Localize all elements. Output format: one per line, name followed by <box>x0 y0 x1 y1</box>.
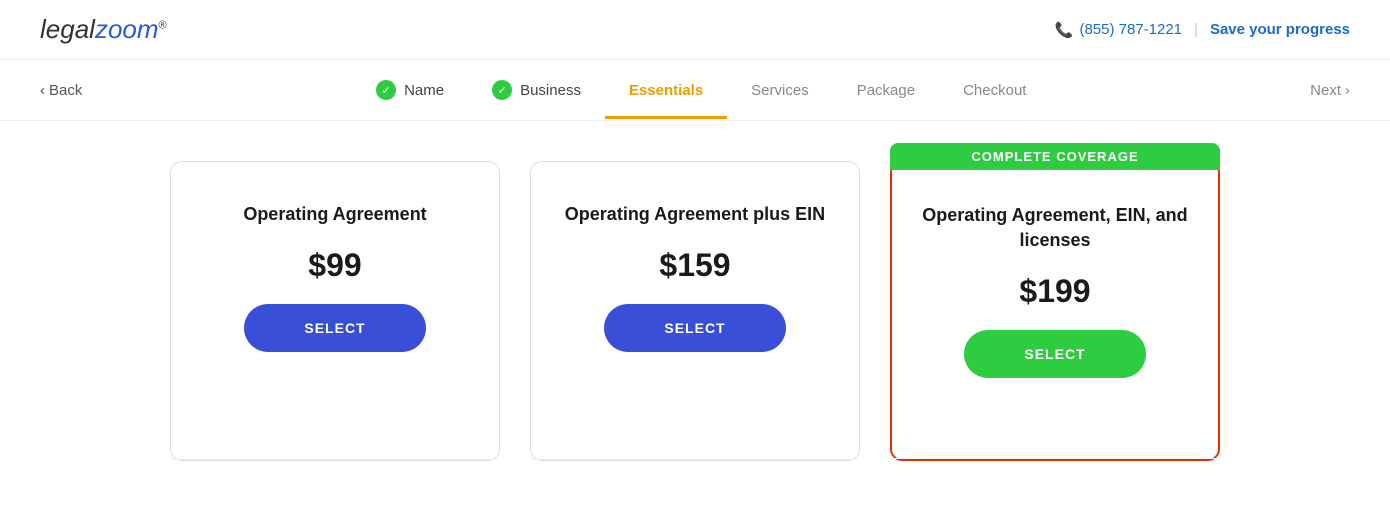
card-operating-agreement-ein: Operating Agreement plus EIN $159 SELECT <box>530 161 860 461</box>
card2-title: Operating Agreement plus EIN <box>565 202 825 227</box>
back-chevron-icon: ‹ <box>40 82 45 99</box>
logo: legalzoom® <box>40 14 167 45</box>
nav-step-essentials-label: Essentials <box>629 82 703 99</box>
nav-step-name-label: Name <box>404 82 444 99</box>
name-check-icon: ✓ <box>376 80 396 100</box>
phone-icon: 📞 <box>1055 21 1074 39</box>
card-complete-coverage: COMPLETE COVERAGE Operating Agreement, E… <box>890 161 1220 461</box>
logo-trademark: ® <box>159 19 167 31</box>
nav-step-essentials[interactable]: Essentials <box>605 62 727 119</box>
phone-link[interactable]: 📞 (855) 787-1221 <box>1055 21 1182 39</box>
next-chevron-icon: › <box>1345 82 1350 99</box>
card2-price: $159 <box>659 247 730 284</box>
card2-select-button[interactable]: SELECT <box>604 304 785 352</box>
nav-step-business[interactable]: ✓ Business <box>468 60 605 120</box>
card-operating-agreement: Operating Agreement $99 SELECT <box>170 161 500 461</box>
nav: ‹ Back ✓ Name ✓ Business Essentials Serv… <box>0 60 1390 121</box>
card1-price: $99 <box>308 247 361 284</box>
nav-step-checkout-label: Checkout <box>963 82 1026 99</box>
card1-divider <box>171 459 499 460</box>
card3-title: Operating Agreement, EIN, and licenses <box>922 203 1188 253</box>
business-check-icon: ✓ <box>492 80 512 100</box>
save-progress-link[interactable]: Save your progress <box>1210 21 1350 38</box>
next-button[interactable]: Next › <box>1310 64 1350 117</box>
nav-step-name[interactable]: ✓ Name <box>352 60 468 120</box>
back-button[interactable]: ‹ Back <box>40 64 82 117</box>
card3-select-button[interactable]: SELECT <box>964 330 1145 378</box>
card1-title: Operating Agreement <box>243 202 426 227</box>
next-label: Next <box>1310 82 1341 99</box>
logo-zoom-text: zoom <box>95 14 159 44</box>
header-right: 📞 (855) 787-1221 | Save your progress <box>1055 21 1350 39</box>
card3-price: $199 <box>1019 273 1090 310</box>
card1-select-button[interactable]: SELECT <box>244 304 425 352</box>
nav-step-services-label: Services <box>751 82 809 99</box>
complete-coverage-badge: COMPLETE COVERAGE <box>890 143 1220 170</box>
card3-divider <box>892 458 1218 459</box>
main-content: Operating Agreement $99 SELECT Operating… <box>0 121 1390 501</box>
header-divider: | <box>1194 21 1198 38</box>
nav-step-business-label: Business <box>520 82 581 99</box>
nav-step-package-label: Package <box>857 82 915 99</box>
nav-step-checkout[interactable]: Checkout <box>939 62 1050 119</box>
card2-divider <box>531 459 859 460</box>
nav-step-package[interactable]: Package <box>833 62 939 119</box>
nav-steps: ✓ Name ✓ Business Essentials Services Pa… <box>112 60 1290 120</box>
logo-legal-text: legal <box>40 14 95 44</box>
phone-number: (855) 787-1221 <box>1079 21 1182 38</box>
back-label: Back <box>49 82 82 99</box>
header: legalzoom® 📞 (855) 787-1221 | Save your … <box>0 0 1390 60</box>
nav-step-services[interactable]: Services <box>727 62 833 119</box>
